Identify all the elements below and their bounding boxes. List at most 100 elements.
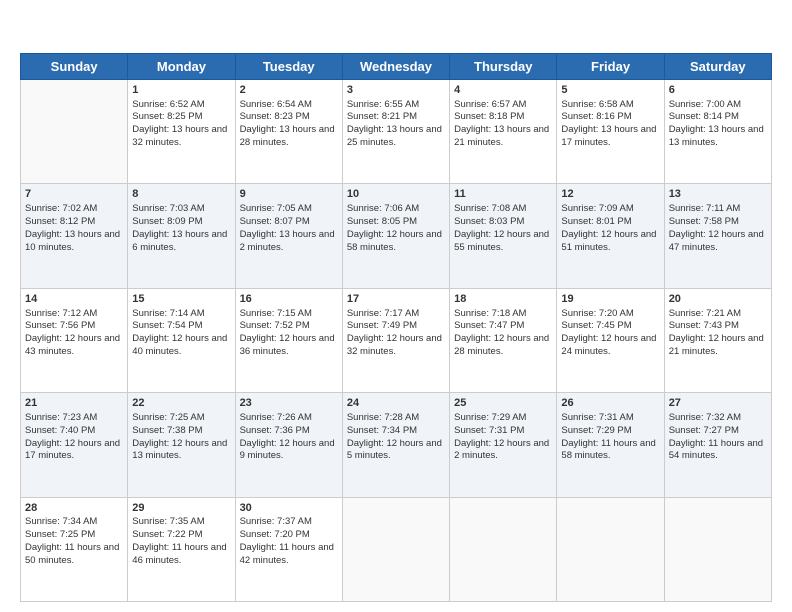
calendar-cell: 24Sunrise: 7:28 AMSunset: 7:34 PMDayligh… xyxy=(342,393,449,497)
day-number: 14 xyxy=(25,292,123,307)
day-number: 19 xyxy=(561,292,659,307)
daylight-text: Daylight: 12 hours and 32 minutes. xyxy=(347,333,442,357)
calendar-day-header: Thursday xyxy=(450,53,557,79)
day-number: 21 xyxy=(25,396,123,411)
calendar-cell: 29Sunrise: 7:35 AMSunset: 7:22 PMDayligh… xyxy=(128,497,235,601)
sunrise-text: Sunrise: 6:54 AM xyxy=(240,99,312,110)
calendar-cell: 1Sunrise: 6:52 AMSunset: 8:25 PMDaylight… xyxy=(128,79,235,183)
calendar-cell: 7Sunrise: 7:02 AMSunset: 8:12 PMDaylight… xyxy=(21,184,128,288)
sunset-text: Sunset: 7:36 PM xyxy=(240,425,310,436)
calendar-cell: 27Sunrise: 7:32 AMSunset: 7:27 PMDayligh… xyxy=(664,393,771,497)
sunset-text: Sunset: 7:52 PM xyxy=(240,320,310,331)
sunset-text: Sunset: 7:45 PM xyxy=(561,320,631,331)
sunset-text: Sunset: 7:58 PM xyxy=(669,216,739,227)
calendar-cell: 20Sunrise: 7:21 AMSunset: 7:43 PMDayligh… xyxy=(664,288,771,392)
sunset-text: Sunset: 8:16 PM xyxy=(561,111,631,122)
sunrise-text: Sunrise: 7:21 AM xyxy=(669,308,741,319)
day-number: 29 xyxy=(132,501,230,516)
daylight-text: Daylight: 12 hours and 21 minutes. xyxy=(669,333,764,357)
sunrise-text: Sunrise: 7:25 AM xyxy=(132,412,204,423)
daylight-text: Daylight: 12 hours and 2 minutes. xyxy=(454,438,549,462)
day-number: 2 xyxy=(240,83,338,98)
day-number: 4 xyxy=(454,83,552,98)
calendar-cell: 14Sunrise: 7:12 AMSunset: 7:56 PMDayligh… xyxy=(21,288,128,392)
calendar-day-header: Sunday xyxy=(21,53,128,79)
day-number: 28 xyxy=(25,501,123,516)
logo-flag-icon xyxy=(22,18,44,40)
daylight-text: Daylight: 12 hours and 47 minutes. xyxy=(669,229,764,253)
daylight-text: Daylight: 13 hours and 21 minutes. xyxy=(454,124,549,148)
calendar-cell: 16Sunrise: 7:15 AMSunset: 7:52 PMDayligh… xyxy=(235,288,342,392)
calendar-cell xyxy=(664,497,771,601)
sunset-text: Sunset: 7:49 PM xyxy=(347,320,417,331)
daylight-text: Daylight: 11 hours and 54 minutes. xyxy=(669,438,763,462)
sunrise-text: Sunrise: 7:17 AM xyxy=(347,308,419,319)
sunset-text: Sunset: 7:34 PM xyxy=(347,425,417,436)
day-number: 26 xyxy=(561,396,659,411)
sunset-text: Sunset: 8:14 PM xyxy=(669,111,739,122)
day-number: 8 xyxy=(132,187,230,202)
sunset-text: Sunset: 8:21 PM xyxy=(347,111,417,122)
daylight-text: Daylight: 13 hours and 10 minutes. xyxy=(25,229,120,253)
calendar-cell: 18Sunrise: 7:18 AMSunset: 7:47 PMDayligh… xyxy=(450,288,557,392)
calendar-week-row: 1Sunrise: 6:52 AMSunset: 8:25 PMDaylight… xyxy=(21,79,772,183)
sunset-text: Sunset: 8:07 PM xyxy=(240,216,310,227)
calendar-cell: 4Sunrise: 6:57 AMSunset: 8:18 PM Daylight… xyxy=(450,79,557,183)
sunset-text: Sunset: 8:23 PM xyxy=(240,111,310,122)
sunrise-text: Sunrise: 7:02 AM xyxy=(25,203,97,214)
sunset-text: Sunset: 8:09 PM xyxy=(132,216,202,227)
calendar-day-header: Monday xyxy=(128,53,235,79)
calendar-cell: 22Sunrise: 7:25 AMSunset: 7:38 PMDayligh… xyxy=(128,393,235,497)
daylight-text: Daylight: 13 hours and 2 minutes. xyxy=(240,229,335,253)
sunset-text: Sunset: 7:56 PM xyxy=(25,320,95,331)
calendar-day-header: Tuesday xyxy=(235,53,342,79)
calendar-cell: 5Sunrise: 6:58 AMSunset: 8:16 PMDaylight… xyxy=(557,79,664,183)
sunset-text: Sunset: 7:29 PM xyxy=(561,425,631,436)
day-number: 10 xyxy=(347,187,445,202)
sunrise-text: Sunrise: 6:57 AM xyxy=(454,99,526,110)
day-number: 25 xyxy=(454,396,552,411)
daylight-text: Daylight: 12 hours and 17 minutes. xyxy=(25,438,120,462)
sunrise-text: Sunrise: 7:18 AM xyxy=(454,308,526,319)
daylight-text: Daylight: 11 hours and 50 minutes. xyxy=(25,542,119,566)
sunset-text: Sunset: 8:18 PM xyxy=(454,111,524,122)
sunrise-text: Sunrise: 7:29 AM xyxy=(454,412,526,423)
calendar-cell: 25Sunrise: 7:29 AMSunset: 7:31 PMDayligh… xyxy=(450,393,557,497)
calendar-header-row: SundayMondayTuesdayWednesdayThursdayFrid… xyxy=(21,53,772,79)
daylight-text: Daylight: 13 hours and 32 minutes. xyxy=(132,124,227,148)
sunset-text: Sunset: 7:43 PM xyxy=(669,320,739,331)
daylight-text: Daylight: 12 hours and 13 minutes. xyxy=(132,438,227,462)
sunset-text: Sunset: 8:25 PM xyxy=(132,111,202,122)
sunrise-text: Sunrise: 7:06 AM xyxy=(347,203,419,214)
sunrise-text: Sunrise: 7:34 AM xyxy=(25,516,97,527)
daylight-text: Daylight: 12 hours and 40 minutes. xyxy=(132,333,227,357)
sunrise-text: Sunrise: 7:12 AM xyxy=(25,308,97,319)
calendar-cell: 13Sunrise: 7:11 AMSunset: 7:58 PMDayligh… xyxy=(664,184,771,288)
sunrise-text: Sunrise: 7:37 AM xyxy=(240,516,312,527)
sunrise-text: Sunrise: 7:35 AM xyxy=(132,516,204,527)
calendar-cell: 10Sunrise: 7:06 AMSunset: 8:05 PMDayligh… xyxy=(342,184,449,288)
calendar-cell: 23Sunrise: 7:26 AMSunset: 7:36 PMDayligh… xyxy=(235,393,342,497)
daylight-text: Daylight: 12 hours and 51 minutes. xyxy=(561,229,656,253)
day-number: 13 xyxy=(669,187,767,202)
sunrise-text: Sunrise: 7:31 AM xyxy=(561,412,633,423)
day-number: 1 xyxy=(132,83,230,98)
calendar-cell: 17Sunrise: 7:17 AMSunset: 7:49 PMDayligh… xyxy=(342,288,449,392)
calendar-cell: 9Sunrise: 7:05 AMSunset: 8:07 PMDaylight… xyxy=(235,184,342,288)
sunset-text: Sunset: 8:12 PM xyxy=(25,216,95,227)
calendar-cell xyxy=(557,497,664,601)
calendar-cell: 30Sunrise: 7:37 AMSunset: 7:20 PMDayligh… xyxy=(235,497,342,601)
daylight-text: Daylight: 11 hours and 58 minutes. xyxy=(561,438,655,462)
sunrise-text: Sunrise: 7:14 AM xyxy=(132,308,204,319)
sunrise-text: Sunrise: 6:58 AM xyxy=(561,99,633,110)
calendar-cell: 19Sunrise: 7:20 AMSunset: 7:45 PMDayligh… xyxy=(557,288,664,392)
daylight-text: Daylight: 13 hours and 13 minutes. xyxy=(669,124,764,148)
daylight-text: Daylight: 12 hours and 28 minutes. xyxy=(454,333,549,357)
daylight-text: Daylight: 12 hours and 55 minutes. xyxy=(454,229,549,253)
sunset-text: Sunset: 7:40 PM xyxy=(25,425,95,436)
sunset-text: Sunset: 7:25 PM xyxy=(25,529,95,540)
sunset-text: Sunset: 8:03 PM xyxy=(454,216,524,227)
day-number: 12 xyxy=(561,187,659,202)
logo xyxy=(20,18,44,45)
day-number: 22 xyxy=(132,396,230,411)
